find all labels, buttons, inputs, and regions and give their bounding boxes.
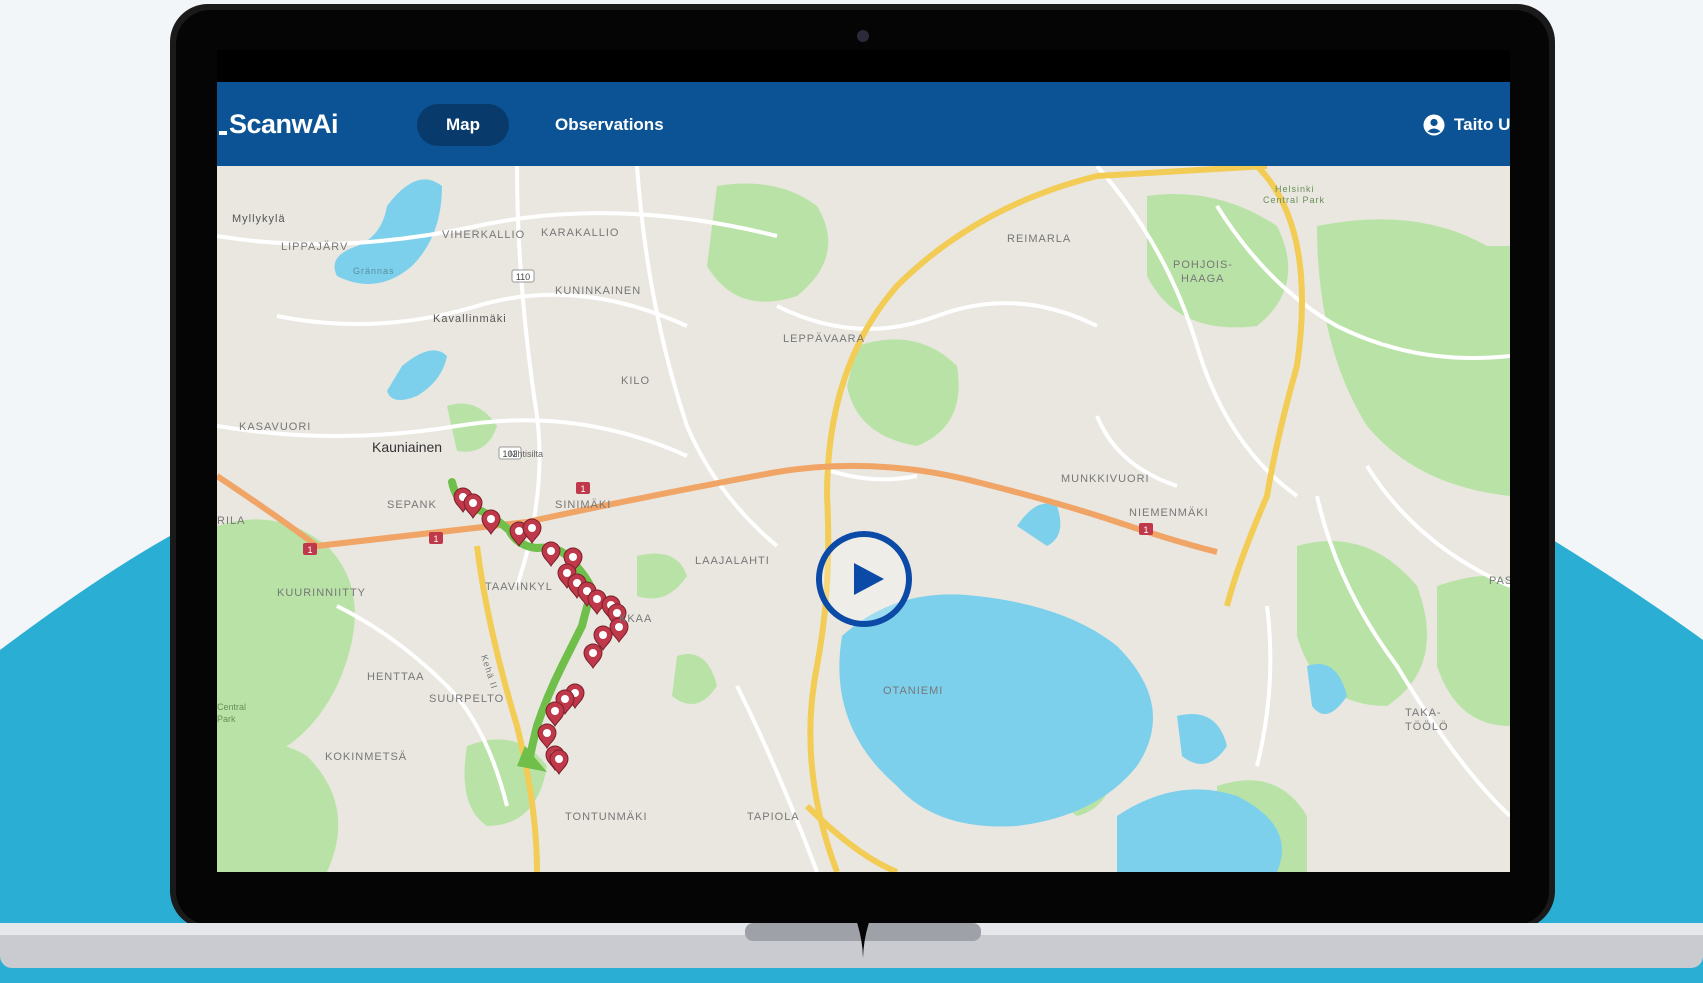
- label-myllykyla: Myllykylä: [232, 213, 286, 225]
- label-kkaa: KKAA: [619, 613, 652, 625]
- label-karakallio: KARAKALLIO: [541, 227, 619, 239]
- label-taka-toolo-1: TAKA-: [1405, 707, 1442, 719]
- app-header: ScanwAi Map Observations Taito Us: [217, 82, 1510, 166]
- label-leppavaara: LEPPÄVAARA: [783, 333, 865, 345]
- browser-top-bar: [217, 50, 1510, 82]
- label-laajalahti: LAAJALAHTI: [695, 555, 770, 567]
- label-tontunmaki: TONTUNMÄKI: [565, 811, 648, 823]
- video-play-button[interactable]: [816, 531, 912, 627]
- logo-mark-icon: [219, 131, 227, 135]
- label-niemenmaki: NIEMENMÄKI: [1129, 507, 1209, 519]
- label-viherkallio: VIHERKALLIO: [442, 229, 525, 241]
- play-icon: [854, 563, 884, 595]
- label-kauniainen: Kauniainen: [372, 439, 442, 455]
- nav-tab-observations[interactable]: Observations: [555, 104, 664, 146]
- label-kasavuori: KASAVUORI: [239, 421, 311, 433]
- label-kokinmetsa: KOKINMETSÄ: [325, 751, 407, 763]
- label-lippajarvi: LIPPAJÄRV: [281, 241, 348, 253]
- label-taka-toolo-2: TÖÖLÖ: [1405, 721, 1449, 733]
- label-henttaa: HENTTAA: [367, 671, 425, 683]
- map-canvas: 110 102 1 1 1 1 Myllykylä LIPPAJÄRV Grän…: [217, 166, 1510, 872]
- label-sinimaki: SINIMÄKI: [555, 499, 611, 511]
- label-kilo: KILO: [621, 375, 650, 387]
- label-pohjois-haaga-2: HAAGA: [1181, 273, 1225, 285]
- label-ila: RILA: [217, 515, 245, 527]
- label-sepanky: SEPANK: [387, 499, 437, 511]
- label-kuurinniitty: KUURINNIITTY: [277, 587, 366, 599]
- map-view[interactable]: 110 102 1 1 1 1 Myllykylä LIPPAJÄRV Grän…: [217, 166, 1510, 872]
- label-munkkivuori: MUNKKIVUORI: [1061, 473, 1150, 485]
- label-taavinkyla: TAAVINKYL: [485, 581, 553, 593]
- label-tapiola: TAPIOLA: [747, 811, 800, 823]
- label-pas: PAS: [1489, 575, 1510, 587]
- label-reimarla: REIMARLA: [1007, 233, 1071, 245]
- user-menu[interactable]: Taito Us: [1423, 104, 1510, 146]
- label-grannas: Grännas: [353, 266, 395, 276]
- label-central-park-1: Helsinki: [1275, 184, 1315, 194]
- label-kuninkainen: KUNINKAINEN: [555, 285, 641, 297]
- road-badge-1c: 1: [580, 484, 585, 494]
- label-central-park-2: Central Park: [1263, 195, 1325, 205]
- account-circle-icon: [1423, 114, 1445, 136]
- label-kavallinmaki: Kavallinmäki: [433, 313, 507, 325]
- road-badge-110: 110: [516, 272, 530, 282]
- brand-name: ScanwAi: [229, 108, 339, 139]
- road-badge-1a: 1: [307, 545, 312, 555]
- label-suurpelto: SUURPELTO: [429, 693, 504, 705]
- label-nihtisilta: Nihtisilta: [509, 449, 543, 459]
- label-central-park-left-2: Park: [217, 714, 236, 724]
- app-screen: ScanwAi Map Observations Taito Us: [217, 50, 1510, 872]
- label-pohjois-haaga-1: POHJOIS-: [1173, 259, 1233, 271]
- nav-tab-map[interactable]: Map: [417, 104, 509, 146]
- brand-logo[interactable]: ScanwAi: [217, 104, 339, 144]
- label-otaniemi: OTANIEMI: [883, 685, 943, 697]
- road-badge-1d: 1: [1143, 525, 1148, 535]
- label-central-park-left-1: Central: [217, 702, 246, 712]
- user-name: Taito Us: [1454, 115, 1510, 134]
- road-badge-1b: 1: [433, 534, 438, 544]
